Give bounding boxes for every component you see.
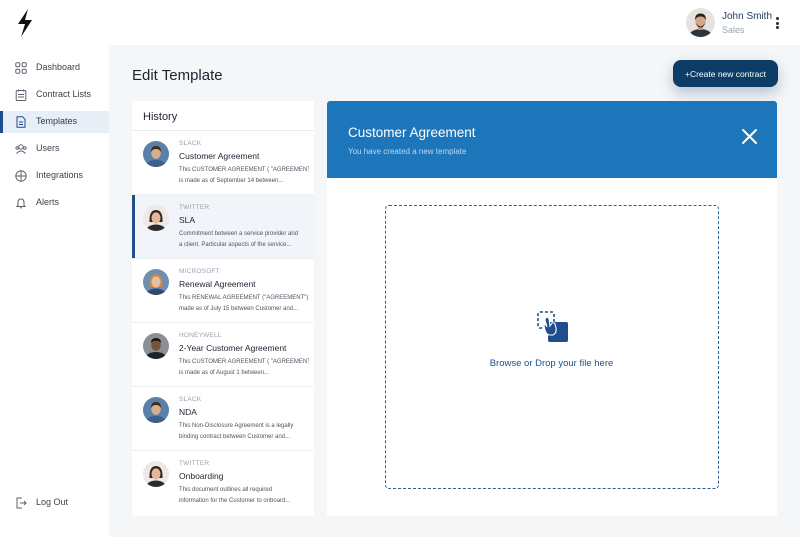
create-new-contract-button[interactable]: +Create new contract bbox=[673, 60, 778, 87]
sidebar-item-integrations[interactable]: Integrations bbox=[0, 165, 109, 187]
page-title: Edit Template bbox=[132, 67, 223, 84]
avatar bbox=[143, 205, 169, 231]
history-item-name: Customer Agreement bbox=[179, 151, 259, 161]
avatar bbox=[143, 461, 169, 487]
history-panel: History SLACK Customer Agreement This CU… bbox=[132, 101, 314, 516]
history-item-description: This CUSTOMER AGREEMENT ( "AGREEMENT")is… bbox=[179, 357, 309, 378]
lightning-logo-icon[interactable] bbox=[15, 9, 35, 37]
logout-button[interactable]: Log Out bbox=[0, 492, 109, 514]
history-item-description: This CUSTOMER AGREEMENT ( "AGREEMENT")is… bbox=[179, 165, 309, 186]
dashboard-grid-icon bbox=[15, 62, 27, 74]
more-options-icon[interactable] bbox=[773, 17, 781, 31]
bell-icon bbox=[15, 197, 27, 209]
top-bar: John Smith Sales bbox=[0, 0, 800, 45]
users-icon bbox=[15, 143, 27, 155]
history-item-name: SLA bbox=[179, 215, 195, 225]
history-item-source: SLACK bbox=[179, 140, 201, 147]
dropzone-label: Browse or Drop your file here bbox=[386, 358, 717, 369]
user-role: Sales bbox=[722, 25, 745, 35]
history-item[interactable]: TWITTER Onboarding This document outline… bbox=[132, 451, 314, 515]
history-item-description: This document outlines all requiredinfor… bbox=[179, 485, 309, 506]
logout-icon bbox=[15, 497, 27, 509]
avatar bbox=[143, 397, 169, 423]
history-item-description: Commitment between a service provider an… bbox=[179, 229, 309, 250]
sidebar-item-label: Users bbox=[36, 143, 60, 153]
sidebar: Dashboard Contract Lists Templates Users… bbox=[0, 45, 109, 537]
history-item-selected[interactable]: TWITTER SLA Commitment between a service… bbox=[132, 195, 314, 259]
history-item-name: NDA bbox=[179, 407, 197, 417]
sidebar-item-users[interactable]: Users bbox=[0, 138, 109, 160]
avatar bbox=[143, 333, 169, 359]
history-item[interactable]: SLACK Customer Agreement This CUSTOMER A… bbox=[132, 131, 314, 195]
sidebar-item-label: Templates bbox=[36, 116, 77, 126]
user-avatar[interactable] bbox=[686, 8, 715, 37]
integrations-icon bbox=[15, 170, 27, 182]
history-item[interactable]: HONEYWELL 2-Year Customer Agreement This… bbox=[132, 323, 314, 387]
history-item[interactable]: MICROSOFT Renewal Agreement This RENEWAL… bbox=[132, 259, 314, 323]
sidebar-item-label: Dashboard bbox=[36, 62, 80, 72]
history-item-source: SLACK bbox=[179, 396, 201, 403]
panel-title: Customer Agreement bbox=[348, 125, 476, 140]
drag-drop-upload-icon bbox=[536, 310, 570, 344]
sidebar-item-contract-lists[interactable]: Contract Lists bbox=[0, 84, 109, 106]
avatar bbox=[143, 141, 169, 167]
sidebar-item-label: Integrations bbox=[36, 170, 83, 180]
user-name: John Smith bbox=[722, 11, 772, 22]
logout-label: Log Out bbox=[36, 497, 68, 507]
contract-list-icon bbox=[15, 89, 27, 101]
history-title: History bbox=[143, 111, 177, 123]
document-icon bbox=[15, 116, 27, 128]
history-item-description: This Non-Disclosure Agreement is a legal… bbox=[179, 421, 309, 442]
close-icon[interactable] bbox=[741, 128, 758, 145]
history-item-description: This RENEWAL AGREEMENT ("AGREEMENT") ism… bbox=[179, 293, 309, 314]
sidebar-item-label: Alerts bbox=[36, 197, 59, 207]
history-item-source: TWITTER bbox=[179, 204, 209, 211]
history-item-name: 2-Year Customer Agreement bbox=[179, 343, 286, 353]
template-panel: Customer Agreement You have created a ne… bbox=[327, 101, 777, 516]
sidebar-item-alerts[interactable]: Alerts bbox=[0, 192, 109, 214]
panel-subtitle: You have created a new template bbox=[348, 147, 466, 156]
history-item-source: TWITTER bbox=[179, 460, 209, 467]
history-item-name: Onboarding bbox=[179, 471, 223, 481]
history-item-name: Renewal Agreement bbox=[179, 279, 256, 289]
sidebar-item-label: Contract Lists bbox=[36, 89, 91, 99]
sidebar-item-templates[interactable]: Templates bbox=[0, 111, 109, 133]
history-item-source: HONEYWELL bbox=[179, 332, 222, 339]
file-dropzone[interactable]: Browse or Drop your file here bbox=[385, 205, 719, 489]
history-item-source: MICROSOFT bbox=[179, 268, 220, 275]
panel-header: Customer Agreement You have created a ne… bbox=[327, 101, 777, 178]
sidebar-item-dashboard[interactable]: Dashboard bbox=[0, 57, 109, 79]
history-item[interactable]: SLACK NDA This Non-Disclosure Agreement … bbox=[132, 387, 314, 451]
avatar bbox=[143, 269, 169, 295]
